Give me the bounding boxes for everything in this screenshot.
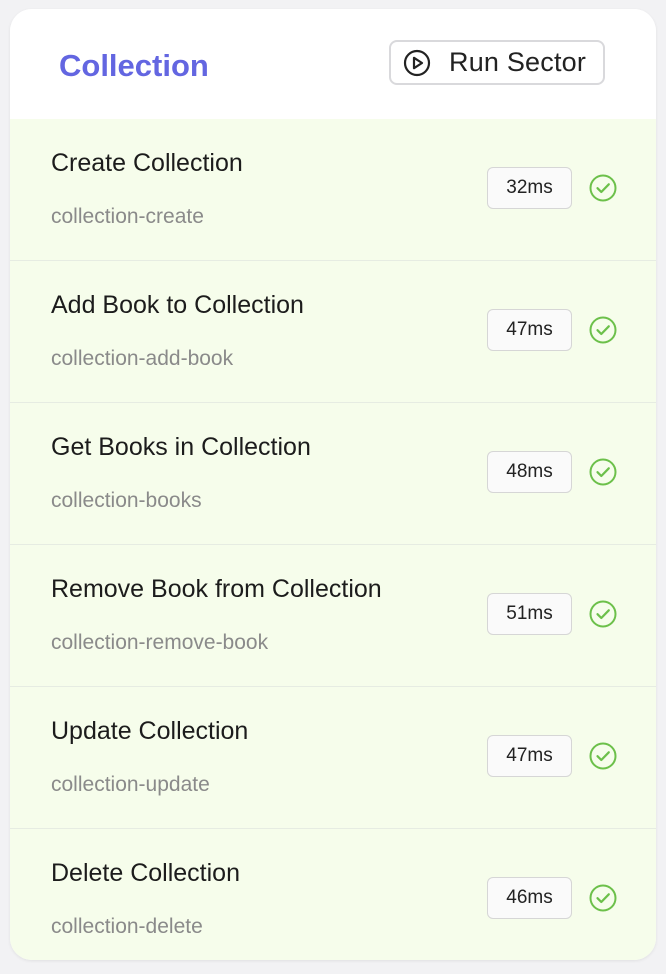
duration-badge: 46ms [487,877,572,919]
test-slug: collection-books [51,489,202,512]
test-name: Delete Collection [51,859,240,887]
play-circle-icon [403,49,431,77]
duration-badge: 48ms [487,451,572,493]
test-name: Add Book to Collection [51,291,304,319]
test-row[interactable]: Remove Book from Collection collection-r… [10,544,656,686]
duration-badge: 47ms [487,735,572,777]
test-row[interactable]: Get Books in Collection collection-books… [10,402,656,544]
card-header: Collection Run Sector [10,9,656,119]
test-name: Update Collection [51,717,249,745]
test-slug: collection-add-book [51,347,234,370]
check-circle-icon [589,884,617,912]
run-sector-button[interactable]: Run Sector [389,40,605,85]
test-list: Create Collection collection-create 32ms… [10,119,656,960]
check-circle-icon [589,316,617,344]
duration-badge: 47ms [487,309,572,351]
run-sector-label: Run Sector [449,47,587,77]
duration-badge: 32ms [487,167,572,209]
collection-card: Collection Run Sector Create Collection … [10,9,656,960]
check-circle-icon [589,600,617,628]
test-slug: collection-create [51,205,204,228]
duration-badge: 51ms [487,593,572,635]
test-row[interactable]: Update Collection collection-update 47ms [10,686,656,828]
check-circle-icon [589,458,617,486]
test-slug: collection-delete [51,915,203,938]
check-circle-icon [589,174,617,202]
test-slug: collection-update [51,773,210,796]
test-row[interactable]: Add Book to Collection collection-add-bo… [10,260,656,402]
test-name: Remove Book from Collection [51,575,382,603]
section-title: Collection [59,48,209,83]
test-name: Get Books in Collection [51,433,311,461]
check-circle-icon [589,742,617,770]
test-slug: collection-remove-book [51,631,269,654]
test-name: Create Collection [51,149,243,177]
test-row[interactable]: Create Collection collection-create 32ms [10,119,656,260]
test-row[interactable]: Delete Collection collection-delete 46ms [10,828,656,960]
